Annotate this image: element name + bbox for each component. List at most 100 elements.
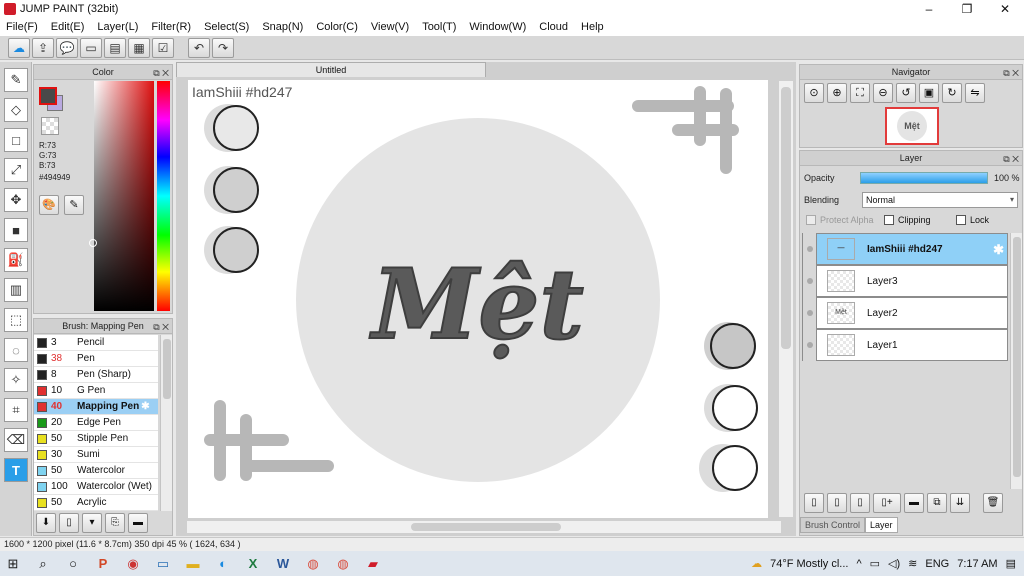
scroll-thumb[interactable] xyxy=(411,523,561,531)
fill-rect-tool-icon[interactable]: ■ xyxy=(4,218,28,242)
saturation-value-picker[interactable] xyxy=(94,81,154,311)
layer-item[interactable]: Layer1 xyxy=(802,329,1008,361)
scroll-thumb[interactable] xyxy=(781,87,791,349)
word-icon[interactable]: W xyxy=(270,554,296,574)
clock[interactable]: 7:17 AM xyxy=(957,558,997,570)
brush-item[interactable]: 50 Watercolor xyxy=(34,463,158,479)
select-pen-tool-icon[interactable]: ⌗ xyxy=(4,398,28,422)
search-icon[interactable]: ⌕ xyxy=(30,554,56,574)
visibility-icon[interactable] xyxy=(803,329,817,361)
menu-help[interactable]: Help xyxy=(581,21,604,33)
maximize-button[interactable]: ❐ xyxy=(948,0,986,18)
copy-brush-icon[interactable]: ⎘ xyxy=(105,513,125,533)
brush-item[interactable]: 50 Acrylic xyxy=(34,495,158,511)
text-tool-icon[interactable]: T xyxy=(4,458,28,482)
share-icon[interactable]: ⇪ xyxy=(32,37,54,58)
menu-select[interactable]: Select(S) xyxy=(204,21,249,33)
panel-float-close-icons[interactable]: ⧉ ✕ xyxy=(1003,152,1019,167)
folder-icon[interactable]: ▬ xyxy=(904,493,924,513)
fit-screen-icon[interactable]: ⛶ xyxy=(850,83,870,103)
menu-tool[interactable]: Tool(T) xyxy=(422,21,456,33)
brush-item[interactable]: 3 Pencil xyxy=(34,335,158,351)
notification-icon[interactable]: ▤ xyxy=(1006,557,1016,570)
new-brush-icon[interactable]: ▯ xyxy=(59,513,79,533)
brush-item[interactable]: 100 Watercolor (Wet) xyxy=(34,479,158,495)
brush-item[interactable]: 20 Edge Pen xyxy=(34,415,158,431)
monitor-icon[interactable]: ▭ xyxy=(150,554,176,574)
layer-list-scrollbar[interactable] xyxy=(1010,233,1022,489)
hue-slider[interactable] xyxy=(157,81,170,311)
bucket-tool-icon[interactable]: ⛽ xyxy=(4,248,28,272)
lock-checkbox[interactable]: Lock xyxy=(956,215,989,225)
brush-tool-icon[interactable]: ✎ xyxy=(4,68,28,92)
close-button[interactable]: ✕ xyxy=(986,0,1024,18)
clipping-checkbox[interactable]: Clipping xyxy=(884,215,931,225)
menu-edit[interactable]: Edit(E) xyxy=(51,21,85,33)
scroll-thumb[interactable] xyxy=(1013,237,1021,477)
rotate-left-icon[interactable]: ↺ xyxy=(896,83,916,103)
visibility-icon[interactable] xyxy=(803,297,817,329)
message-icon[interactable]: ▭ xyxy=(80,37,102,58)
menu-cloud[interactable]: Cloud xyxy=(539,21,568,33)
brush-item[interactable]: 10 G Pen xyxy=(34,383,158,399)
volume-icon[interactable]: ◁) xyxy=(888,557,900,570)
menu-snap[interactable]: Snap(N) xyxy=(262,21,303,33)
gradient-tool-icon[interactable]: ▥ xyxy=(4,278,28,302)
windows-start-icon[interactable]: ⊞ xyxy=(0,554,26,574)
lasso-tool-icon[interactable]: ◌ xyxy=(4,338,28,362)
brush-folder-icon[interactable]: ▬ xyxy=(128,513,148,533)
menu-view[interactable]: View(V) xyxy=(371,21,409,33)
file-explorer-icon[interactable]: ▬ xyxy=(180,554,206,574)
chrome-icon[interactable]: ◍ xyxy=(300,554,326,574)
powerpoint-icon[interactable]: P xyxy=(90,554,116,574)
rectangle-tool-icon[interactable]: □ xyxy=(4,128,28,152)
zoom-in-icon[interactable]: ⊕ xyxy=(827,83,847,103)
minimize-button[interactable]: – xyxy=(910,0,948,18)
jump-paint-taskbar-icon[interactable]: ▰ xyxy=(360,554,386,574)
brush-list-scrollbar[interactable] xyxy=(160,335,172,511)
menu-file[interactable]: File(F) xyxy=(6,21,38,33)
excel-icon[interactable]: X xyxy=(240,554,266,574)
gear-icon[interactable]: ✱ xyxy=(141,401,149,412)
document-tab[interactable]: Untitled xyxy=(176,62,486,77)
layer-item[interactable]: Mệt Layer2 xyxy=(802,297,1008,329)
duplicate-layer-icon[interactable]: ⧉ xyxy=(927,493,947,513)
page-icon[interactable]: ▤ xyxy=(104,37,126,58)
zoom-out-icon[interactable]: ⊖ xyxy=(873,83,893,103)
zoom-fit-icon[interactable]: ⊙ xyxy=(804,83,824,103)
delete-layer-icon[interactable]: 🗑 xyxy=(983,493,1003,513)
scroll-thumb[interactable] xyxy=(163,339,171,399)
layer-item[interactable]: Layer3 xyxy=(802,265,1008,297)
brush-item[interactable]: 50 Stipple Pen xyxy=(34,431,158,447)
brush-item[interactable]: 38 Pen xyxy=(34,351,158,367)
flip-icon[interactable]: ⇋ xyxy=(965,83,985,103)
new-layer-1bit-icon[interactable]: ▯ xyxy=(850,493,870,513)
panel-float-close-icons[interactable]: ⧉ ✕ xyxy=(1003,66,1019,81)
new-layer-icon[interactable]: ▯ xyxy=(804,493,824,513)
weather-icon[interactable]: ☁ xyxy=(751,557,762,570)
palette-edit-icon[interactable]: ✎ xyxy=(64,195,84,215)
battery-icon[interactable]: ▭ xyxy=(870,557,880,570)
edge-icon[interactable]: ◐ xyxy=(210,554,236,574)
app-icon-circle[interactable]: ◉ xyxy=(120,554,146,574)
eraser-tool-icon[interactable]: ◇ xyxy=(4,98,28,122)
brush-item[interactable]: 40 Mapping Pen ✱ xyxy=(34,399,158,415)
new-layer-menu-icon[interactable]: ▯+ xyxy=(873,493,901,513)
language-indicator[interactable]: ENG xyxy=(925,558,949,570)
palette-icon[interactable]: 🎨 xyxy=(39,195,59,215)
cloud-icon[interactable]: ☁ xyxy=(8,37,30,58)
blending-select[interactable]: Normal ▾ xyxy=(862,192,1018,208)
select-eraser-tool-icon[interactable]: ⌫ xyxy=(4,428,28,452)
tab-brush-control[interactable]: Brush Control xyxy=(800,517,866,533)
canvas-vertical-scrollbar[interactable] xyxy=(778,80,794,518)
menu-color[interactable]: Color(C) xyxy=(316,21,358,33)
chevron-up-icon[interactable]: ^ xyxy=(856,558,861,570)
visibility-icon[interactable] xyxy=(803,233,817,265)
panel-float-close-icons[interactable]: ⧉ ✕ xyxy=(153,320,169,335)
brush-item[interactable]: 30 Sumi xyxy=(34,447,158,463)
opacity-slider[interactable] xyxy=(860,172,988,184)
color-picker-cursor[interactable] xyxy=(89,239,97,247)
comment-icon[interactable]: 💬 xyxy=(56,37,78,58)
move-tool-icon[interactable]: ✥ xyxy=(4,188,28,212)
canvas-horizontal-scrollbar[interactable] xyxy=(186,520,782,534)
